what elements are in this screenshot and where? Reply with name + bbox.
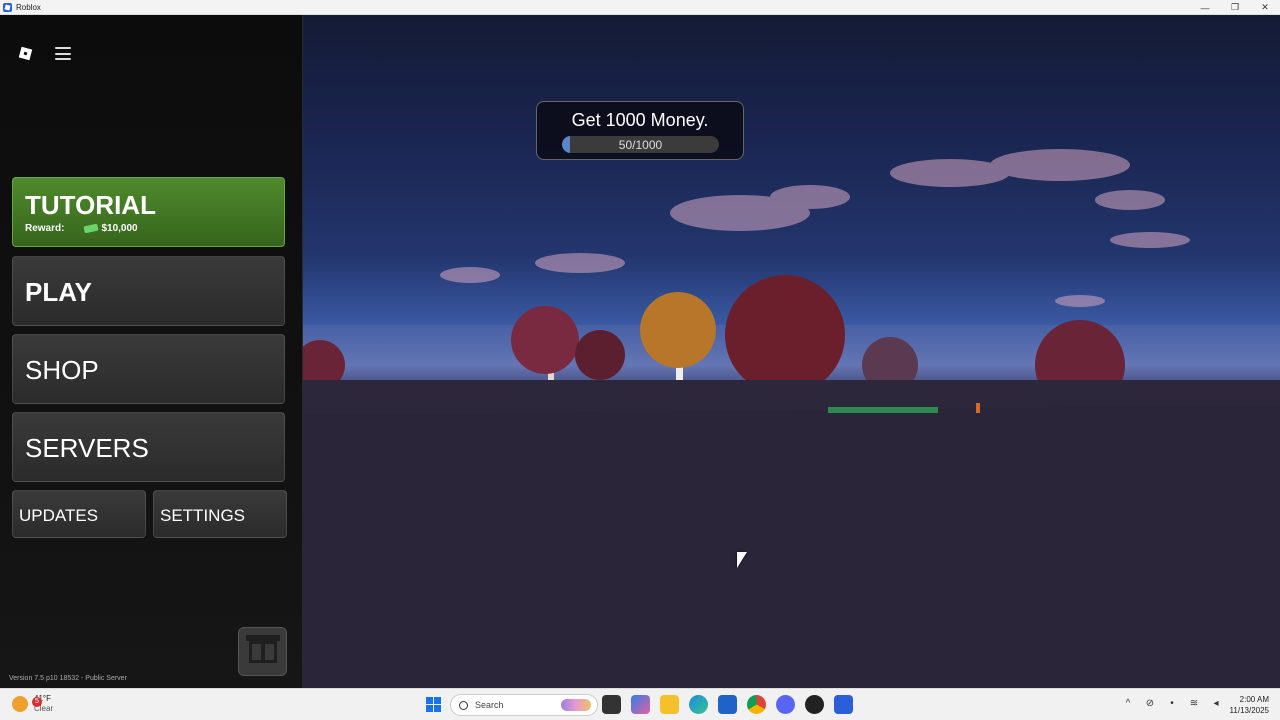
- green-bench: [828, 407, 938, 413]
- task-view-icon[interactable]: [602, 695, 621, 714]
- settings-label: SETTINGS: [160, 506, 246, 525]
- shop-label: SHOP: [25, 355, 99, 385]
- mic-icon[interactable]: •: [1166, 698, 1178, 709]
- taskbar-clock[interactable]: 2:00 AM 11/13/2025: [1230, 694, 1269, 716]
- close-button[interactable]: ✕: [1250, 0, 1280, 15]
- version-text: Version 7.5 p10 18532 - Public Server: [9, 675, 127, 682]
- camera-off-icon[interactable]: ⊘: [1144, 698, 1156, 709]
- github-icon[interactable]: [805, 695, 824, 714]
- roblox-app-icon: [3, 2, 12, 12]
- gift-icon: [245, 634, 280, 663]
- servers-label: SERVERS: [25, 433, 149, 463]
- roblox-logo-icon[interactable]: [18, 46, 33, 61]
- roblox-icon[interactable]: [834, 695, 853, 714]
- chrome-icon[interactable]: [747, 695, 766, 714]
- quest-title: Get 1000 Money.: [571, 110, 709, 130]
- window-controls: — ❐ ✕: [1190, 0, 1280, 15]
- weather-badge: 5: [32, 697, 42, 707]
- discord-icon[interactable]: [776, 695, 795, 714]
- window-title: Roblox: [16, 2, 41, 12]
- tutorial-reward: Reward: $10,000: [25, 223, 138, 234]
- ground-shading: [303, 405, 1280, 688]
- start-menu-icon[interactable]: [426, 697, 441, 712]
- copilot-icon[interactable]: [631, 695, 650, 714]
- shop-button[interactable]: SHOP: [12, 334, 285, 404]
- window-titlebar: Roblox — ❐ ✕: [0, 0, 1280, 15]
- settings-button[interactable]: SETTINGS: [153, 490, 287, 538]
- cash-icon: [83, 223, 100, 234]
- quest-banner: Get 1000 Money. 50/1000: [536, 101, 744, 160]
- cone: [976, 403, 980, 413]
- minimize-button[interactable]: —: [1190, 0, 1220, 15]
- taskbar-search[interactable]: Search: [450, 694, 598, 716]
- file-explorer-icon[interactable]: [660, 695, 679, 714]
- gift-button[interactable]: [238, 627, 287, 676]
- clock-time: 2:00 AM: [1239, 695, 1269, 704]
- reward-label: Reward:: [25, 223, 65, 234]
- quest-progress-text: 50/1000: [618, 138, 663, 152]
- clock-date: 11/13/2025: [1229, 706, 1269, 715]
- weather-widget[interactable]: 5 41°F Clear: [12, 694, 53, 714]
- wifi-icon[interactable]: ≋: [1188, 698, 1200, 709]
- mouse-cursor: [737, 552, 747, 568]
- edge-icon[interactable]: [689, 695, 708, 714]
- quest-progress-bar: 50/1000: [562, 136, 719, 153]
- weather-icon: [12, 696, 28, 712]
- tutorial-button[interactable]: TUTORIAL Reward: $10,000: [12, 177, 285, 247]
- volume-icon[interactable]: ◂: [1210, 698, 1222, 709]
- hamburger-menu-icon[interactable]: [55, 47, 71, 60]
- play-button[interactable]: PLAY: [12, 256, 285, 326]
- outlook-icon[interactable]: [718, 695, 737, 714]
- chevron-up-icon[interactable]: ^: [1122, 698, 1134, 709]
- updates-label: UPDATES: [19, 506, 99, 525]
- tutorial-label: TUTORIAL: [25, 190, 156, 220]
- system-tray: ^ ⊘ • ≋ ◂: [1122, 698, 1222, 709]
- reward-value: $10,000: [101, 223, 138, 234]
- windows-taskbar: 5 41°F Clear Search ^ ⊘ • ≋ ◂ 2:00 AM 11…: [0, 688, 1280, 720]
- search-placeholder: Search: [475, 700, 504, 710]
- restore-button[interactable]: ❐: [1220, 0, 1250, 15]
- search-highlight-icon: [561, 699, 591, 711]
- updates-button[interactable]: UPDATES: [12, 490, 146, 538]
- search-icon: [459, 700, 468, 710]
- taskbar-apps: [602, 695, 853, 714]
- servers-button[interactable]: SERVERS: [12, 412, 285, 482]
- play-label: PLAY: [25, 277, 92, 307]
